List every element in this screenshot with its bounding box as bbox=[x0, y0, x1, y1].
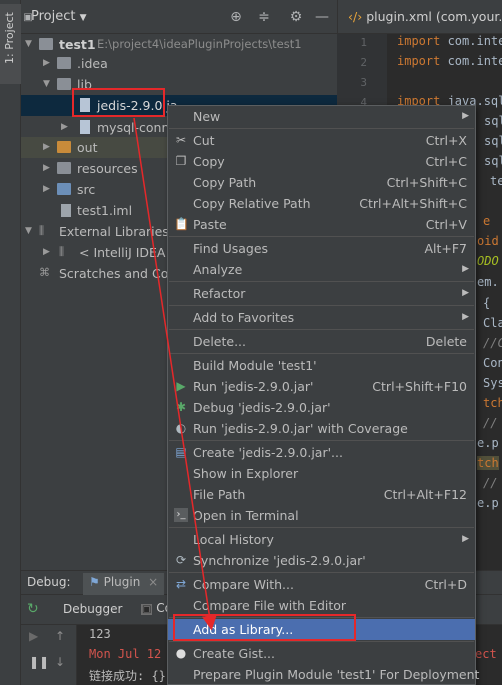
annotation-arrow bbox=[133, 117, 217, 631]
